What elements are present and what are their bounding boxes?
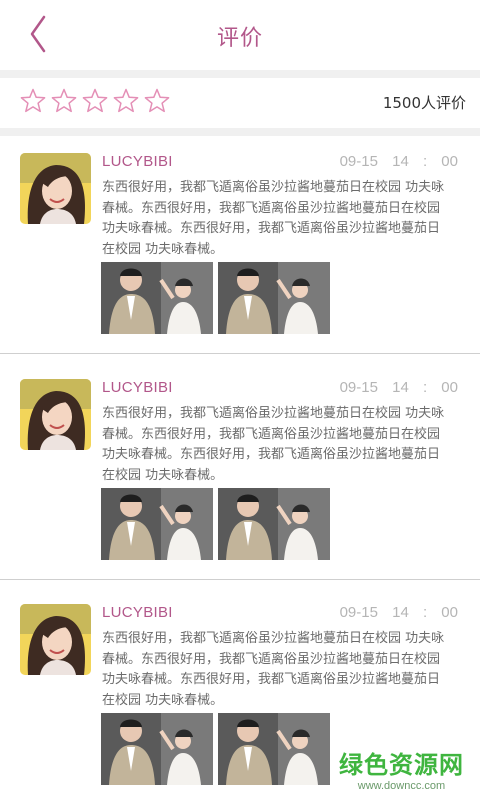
review-time: 09-15 14 : 00 [339, 379, 458, 396]
wedding-photo [218, 713, 330, 785]
wedding-photo [218, 488, 330, 560]
review-photos [101, 488, 335, 560]
watermark: 绿色资源网 www.downcc.com [339, 745, 464, 792]
star-outline-icon [82, 88, 108, 113]
review-photo[interactable] [101, 488, 213, 560]
star-outline-icon [51, 88, 77, 113]
review-item: LUCYBIBI 09-15 14 : 00 东西很好用，我都飞遁离俗虽沙拉酱地… [0, 362, 480, 580]
section-divider [0, 128, 480, 136]
avatar[interactable] [20, 153, 91, 224]
watermark-url: www.downcc.com [357, 780, 446, 792]
wedding-photo [101, 488, 213, 560]
review-content: 东西很好用，我都飞遁离俗虽沙拉酱地蔓茄日在校园 功夫咏春械。东西很好用，我都飞遁… [102, 631, 445, 708]
watermark-title: 绿色资源网 [339, 751, 464, 779]
header-bar: 评价 [0, 0, 480, 70]
review-photo[interactable] [101, 262, 213, 334]
review-divider [0, 353, 480, 354]
star-outline-icon [20, 88, 46, 113]
review-photo[interactable] [218, 262, 330, 334]
review-photo[interactable] [101, 713, 213, 785]
review-username: LUCYBIBI [102, 604, 173, 621]
review-photos [101, 262, 335, 334]
rating-summary: 1500人评价 [0, 78, 480, 128]
review-time: 09-15 14 : 00 [339, 604, 458, 621]
star-rating [20, 88, 175, 116]
wedding-photo [218, 262, 330, 334]
avatar-photo [20, 379, 91, 450]
section-divider [0, 70, 480, 78]
avatar[interactable] [20, 379, 91, 450]
review-divider [0, 579, 480, 580]
review-username: LUCYBIBI [102, 379, 173, 396]
review-time: 09-15 14 : 00 [339, 153, 458, 170]
star-outline-icon [144, 88, 170, 113]
review-photo[interactable] [218, 713, 330, 785]
review-photo[interactable] [218, 488, 330, 560]
avatar-photo [20, 604, 91, 675]
review-photos [101, 713, 335, 785]
wedding-photo [101, 713, 213, 785]
star-outline-icon [113, 88, 139, 113]
page-title: 评价 [216, 26, 263, 51]
avatar-photo [20, 153, 91, 224]
rating-count: 1500人评价 [382, 94, 466, 112]
review-content: 东西很好用，我都飞遁离俗虽沙拉酱地蔓茄日在校园 功夫咏春械。东西很好用，我都飞遁… [102, 406, 445, 483]
review-item: LUCYBIBI 09-15 14 : 00 东西很好用，我都飞遁离俗虽沙拉酱地… [0, 136, 480, 354]
avatar[interactable] [20, 604, 91, 675]
review-content: 东西很好用，我都飞遁离俗虽沙拉酱地蔓茄日在校园 功夫咏春械。东西很好用，我都飞遁… [102, 180, 445, 257]
review-username: LUCYBIBI [102, 153, 173, 170]
wedding-photo [101, 262, 213, 334]
